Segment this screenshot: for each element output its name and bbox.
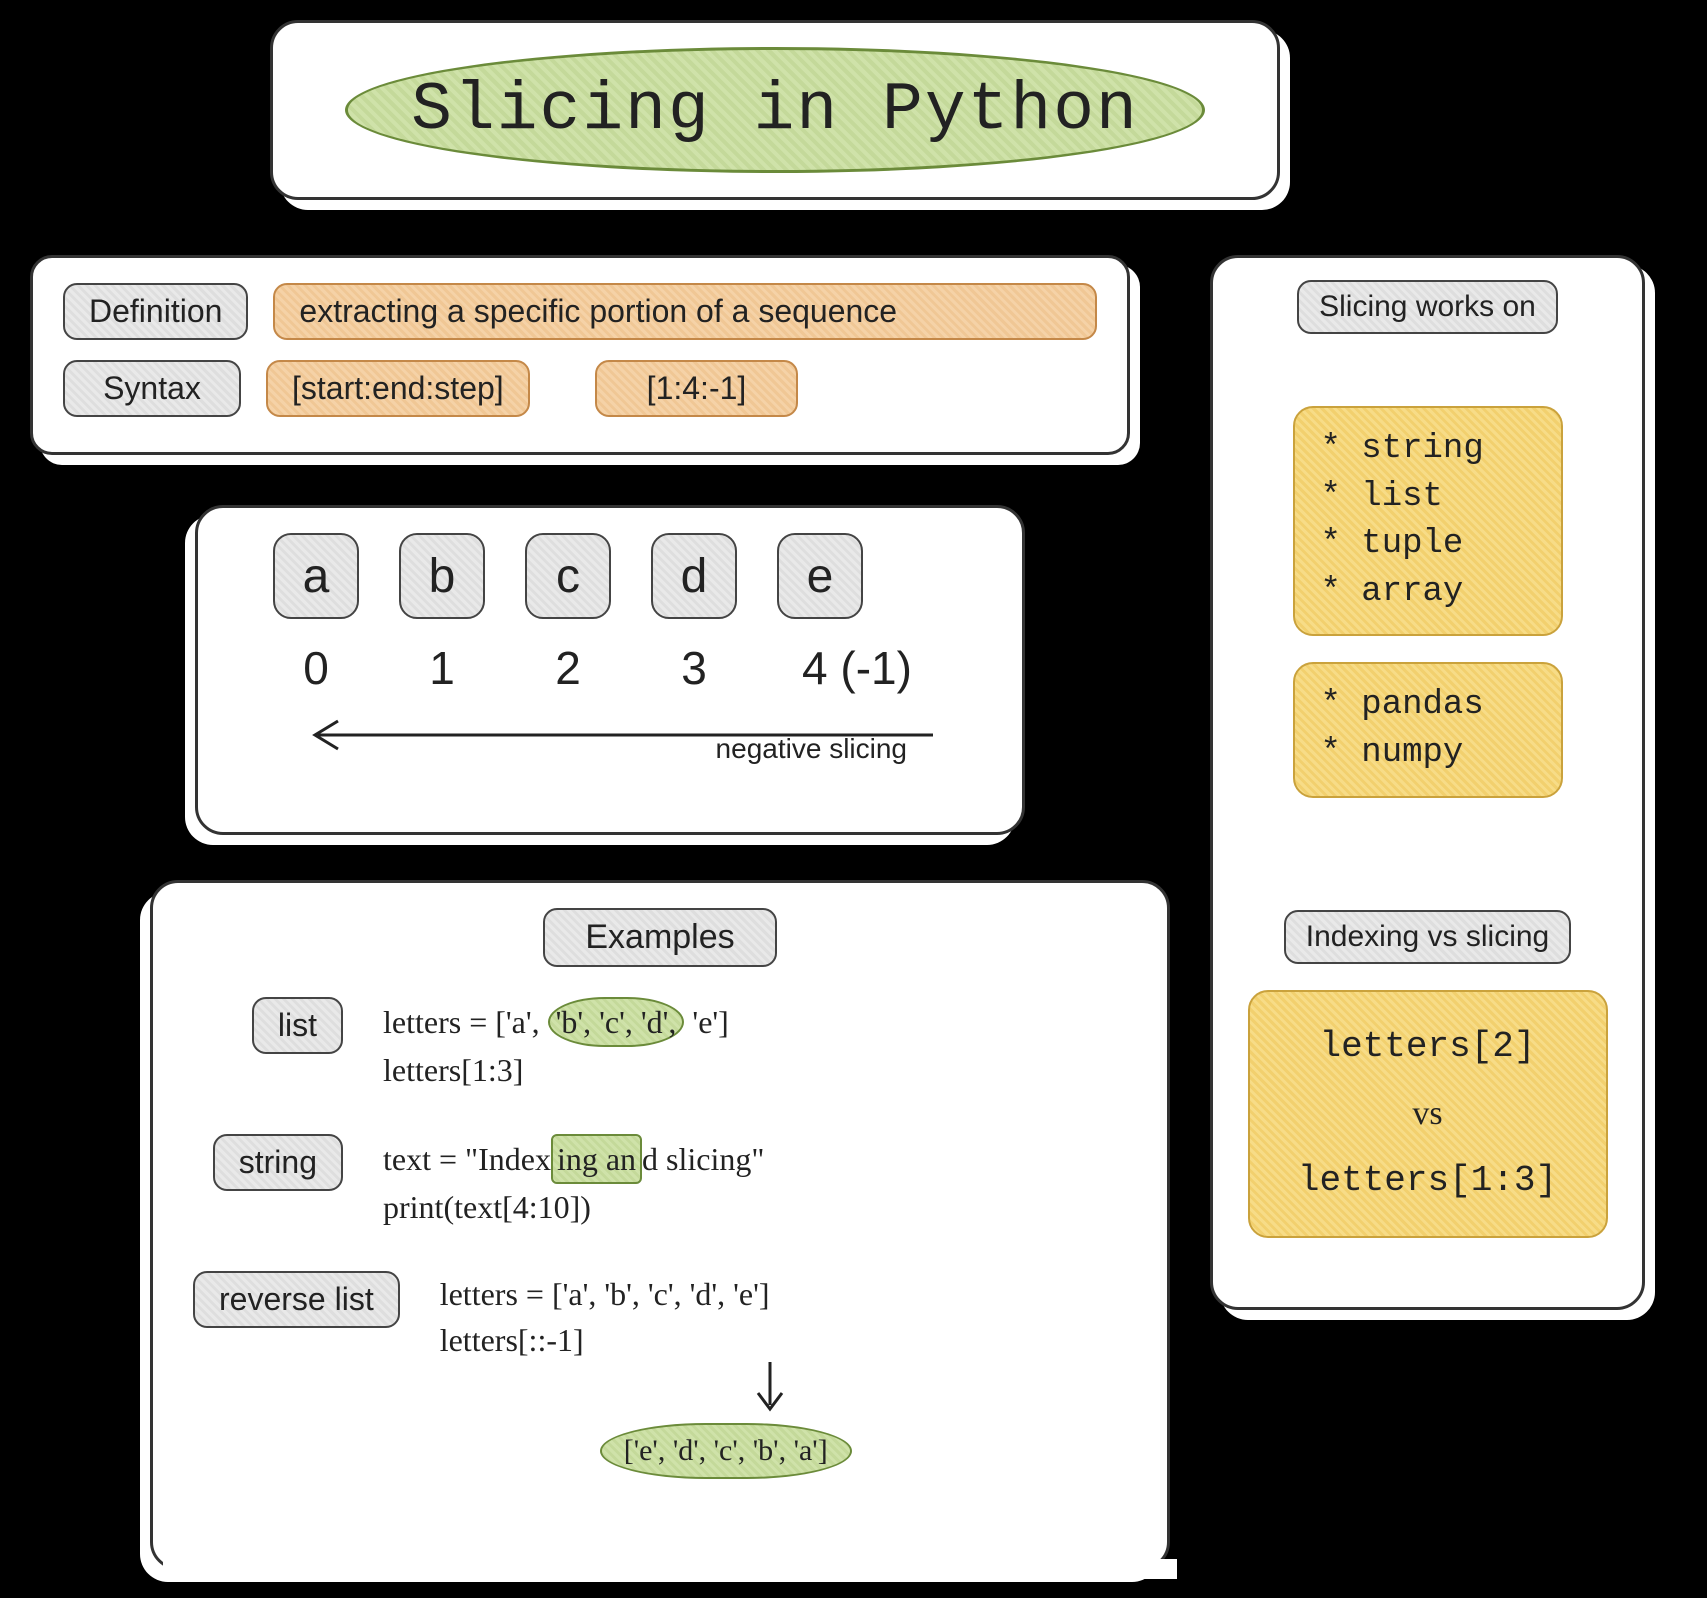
works-on-item: * string [1321, 426, 1535, 474]
examples-panel: Examples list letters = ['a', 'b', 'c', … [150, 880, 1170, 1570]
reverse-line2: letters[::-1] [440, 1322, 584, 1358]
example-reverse-label: reverse list [193, 1271, 400, 1328]
list-line1-post: 'e'] [684, 1004, 728, 1040]
title-panel: Slicing in Python [270, 20, 1280, 200]
index-row: 0 1 2 3 4 (-1) [273, 641, 977, 695]
letter-box-a: a [273, 533, 359, 619]
example-string-row: string text = "Indexing and slicing" pri… [193, 1134, 1127, 1231]
works-on-item: * list [1321, 474, 1535, 522]
list-line1-highlight: 'b', 'c', 'd', [548, 997, 685, 1047]
works-on-item: * array [1321, 569, 1535, 617]
syntax-pattern: [start:end:step] [266, 360, 530, 417]
letter-box-c: c [525, 533, 611, 619]
works-on-item: * pandas [1321, 682, 1535, 730]
index-4: 4 (-1) [777, 641, 937, 695]
letter-box-b: b [399, 533, 485, 619]
works-on-item: * tuple [1321, 521, 1535, 569]
ivs-slicing: letters[1:3] [1276, 1156, 1580, 1206]
ivs-vs: vs [1276, 1090, 1580, 1138]
negative-arrow-row: negative slicing [243, 715, 977, 775]
list-line1-pre: letters = ['a', [383, 1004, 548, 1040]
string-line1-highlight: ing an [551, 1134, 642, 1184]
letter-box-e: e [777, 533, 863, 619]
example-string-code: text = "Indexing and slicing" print(text… [383, 1134, 764, 1231]
page-title: Slicing in Python [411, 72, 1139, 149]
example-list-label: list [252, 997, 343, 1054]
syntax-label: Syntax [63, 360, 241, 417]
string-line1-pre: text = "Index [383, 1141, 551, 1177]
letter-box-d: d [651, 533, 737, 619]
sequence-panel: a b c d e 0 1 2 3 4 (-1) negative slicin… [195, 505, 1025, 835]
title-ellipse: Slicing in Python [345, 47, 1205, 173]
letters-row: a b c d e [273, 533, 977, 619]
index-0: 0 [273, 641, 359, 695]
definition-label: Definition [63, 283, 248, 340]
syntax-row: Syntax [start:end:step] [1:4:-1] [63, 360, 1097, 417]
definition-row: Definition extracting a specific portion… [63, 283, 1097, 340]
example-reverse-row: reverse list letters = ['a', 'b', 'c', '… [193, 1271, 1127, 1479]
indexing-vs-slicing-box: letters[2] vs letters[1:3] [1248, 990, 1608, 1238]
reverse-line1: letters = ['a', 'b', 'c', 'd', 'e'] [440, 1276, 770, 1312]
index-2: 2 [525, 641, 611, 695]
list-line2: letters[1:3] [383, 1052, 523, 1088]
right-panel: Slicing works on * string * list * tuple… [1210, 255, 1645, 1310]
arrow-down-icon [750, 1357, 790, 1417]
index-1: 1 [399, 641, 485, 695]
example-list-code: letters = ['a', 'b', 'c', 'd', 'e'] lett… [383, 997, 729, 1094]
string-line1-post: d slicing" [642, 1141, 764, 1177]
works-on-group1: * string * list * tuple * array [1293, 406, 1563, 636]
string-line2: print(text[4:10]) [383, 1189, 591, 1225]
definition-panel: Definition extracting a specific portion… [30, 255, 1130, 455]
examples-header: Examples [543, 908, 776, 967]
reverse-result: ['e', 'd', 'c', 'b', 'a'] [600, 1423, 852, 1479]
works-on-item: * numpy [1321, 730, 1535, 778]
works-on-label: Slicing works on [1297, 280, 1558, 334]
ivs-indexing: letters[2] [1276, 1022, 1580, 1072]
index-3: 3 [651, 641, 737, 695]
definition-text: extracting a specific portion of a seque… [273, 283, 1097, 340]
example-reverse-code: letters = ['a', 'b', 'c', 'd', 'e'] lett… [440, 1271, 852, 1479]
example-string-label: string [213, 1134, 343, 1191]
works-on-group2: * pandas * numpy [1293, 662, 1563, 797]
indexing-vs-slicing-label: Indexing vs slicing [1284, 910, 1571, 964]
syntax-example: [1:4:-1] [595, 360, 799, 417]
negative-slicing-label: negative slicing [716, 733, 907, 765]
diagram-canvas: Slicing in Python Definition extracting … [0, 0, 1707, 1598]
example-list-row: list letters = ['a', 'b', 'c', 'd', 'e']… [193, 997, 1127, 1094]
